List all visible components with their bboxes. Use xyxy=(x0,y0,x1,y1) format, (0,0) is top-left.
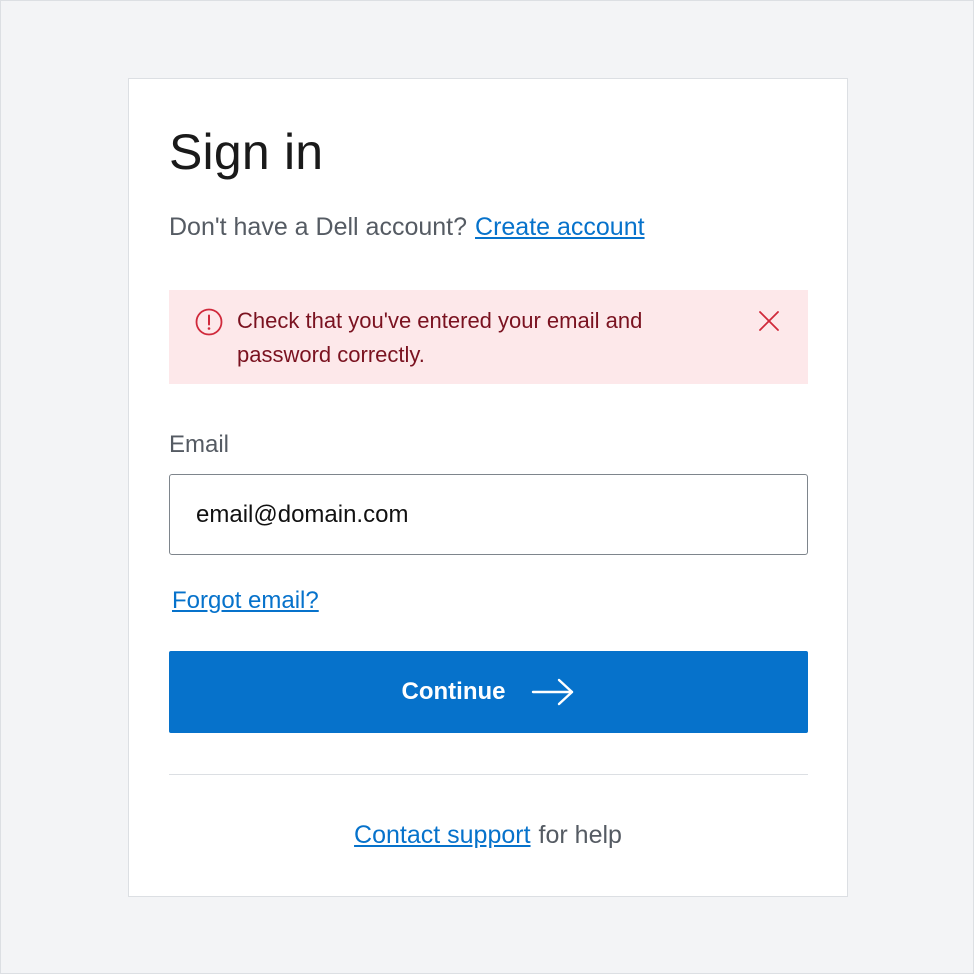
no-account-line: Don't have a Dell account? Create account xyxy=(169,211,645,243)
sign-in-card: Sign in Don't have a Dell account? Create… xyxy=(128,78,848,897)
close-icon[interactable] xyxy=(758,310,780,332)
forgot-email-link[interactable]: Forgot email? xyxy=(172,585,319,617)
continue-button[interactable]: Continue xyxy=(169,651,808,733)
create-account-link[interactable]: Create account xyxy=(475,213,645,241)
error-circle-icon xyxy=(195,308,223,336)
alert-message: Check that you've entered your email and… xyxy=(237,308,643,367)
help-footer: Contact support for help xyxy=(129,819,847,851)
page-title: Sign in xyxy=(169,124,324,180)
divider xyxy=(169,774,808,775)
help-suffix-text: for help xyxy=(538,821,622,849)
email-field[interactable] xyxy=(169,474,808,555)
no-account-text: Don't have a Dell account? xyxy=(169,213,468,241)
email-label: Email xyxy=(169,431,230,458)
arrow-right-icon xyxy=(532,678,574,706)
error-alert: Check that you've entered your email and… xyxy=(169,290,808,384)
continue-label: Continue xyxy=(401,678,506,705)
contact-support-link[interactable]: Contact support xyxy=(354,821,531,849)
